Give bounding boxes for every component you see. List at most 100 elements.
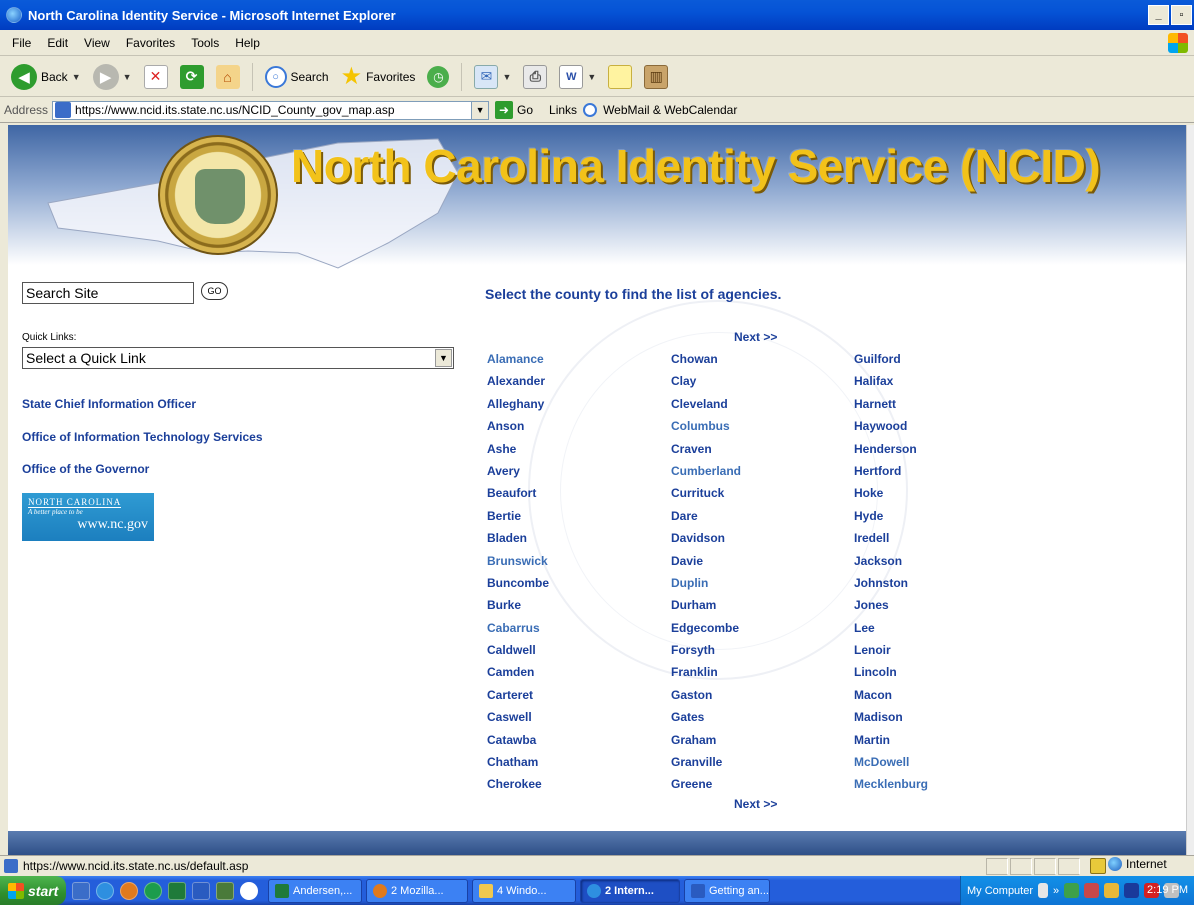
link-state-cio[interactable]: State Chief Information Officer: [22, 397, 196, 411]
county-link[interactable]: Alleghany: [487, 397, 549, 419]
county-link[interactable]: Davie: [671, 554, 741, 576]
county-link[interactable]: Macon: [854, 688, 928, 710]
forward-button[interactable]: ▶ ▼: [90, 61, 135, 93]
county-link[interactable]: Anson: [487, 419, 549, 441]
county-link[interactable]: Columbus: [671, 419, 741, 441]
county-link[interactable]: Beaufort: [487, 486, 549, 508]
county-link[interactable]: Harnett: [854, 397, 928, 419]
county-link[interactable]: Edgecombe: [671, 621, 741, 643]
show-desktop-icon[interactable]: [72, 881, 90, 900]
media-player-icon[interactable]: [144, 881, 162, 900]
discuss-button[interactable]: [605, 61, 635, 93]
home-button[interactable]: ⌂: [213, 61, 243, 93]
county-link[interactable]: Catawba: [487, 733, 549, 755]
county-link[interactable]: Chowan: [671, 352, 741, 374]
county-link[interactable]: Mecklenburg: [854, 777, 928, 799]
county-link[interactable]: Hoke: [854, 486, 928, 508]
county-link[interactable]: Cabarrus: [487, 621, 549, 643]
task-mozilla[interactable]: 2 Mozilla...: [366, 878, 468, 903]
favorites-button[interactable]: ★ Favorites: [338, 61, 419, 93]
monitor-icon[interactable]: [1124, 883, 1140, 898]
county-link[interactable]: Duplin: [671, 576, 741, 598]
next-page-link-bottom[interactable]: Next >>: [734, 797, 777, 811]
county-link[interactable]: Chatham: [487, 755, 549, 777]
county-link[interactable]: Lincoln: [854, 665, 928, 687]
county-link[interactable]: Carteret: [487, 688, 549, 710]
task-andersen[interactable]: Andersen,...: [268, 878, 362, 903]
excel-icon[interactable]: [168, 881, 186, 900]
refresh-button[interactable]: ⟳: [177, 61, 207, 93]
chevron-down-icon[interactable]: ▼: [587, 72, 596, 82]
county-link[interactable]: Henderson: [854, 442, 928, 464]
mail-button[interactable]: ✉ ▼: [471, 61, 514, 93]
vertical-scrollbar[interactable]: [1186, 125, 1194, 855]
edit-button[interactable]: W ▼: [556, 61, 599, 93]
county-link[interactable]: Lenoir: [854, 643, 928, 665]
next-page-link-top[interactable]: Next >>: [734, 330, 777, 344]
start-button[interactable]: start: [0, 876, 66, 905]
link-governor-office[interactable]: Office of the Governor: [22, 462, 149, 476]
address-input[interactable]: https://www.ncid.its.state.nc.us/NCID_Co…: [52, 100, 473, 120]
county-link[interactable]: Lee: [854, 621, 928, 643]
county-link[interactable]: Martin: [854, 733, 928, 755]
address-dropdown-button[interactable]: ▼: [472, 100, 490, 120]
county-link[interactable]: Jackson: [854, 554, 928, 576]
back-button[interactable]: ◀ Back ▼: [8, 61, 84, 93]
link-its-office[interactable]: Office of Information Technology Service…: [22, 430, 263, 444]
task-word-document[interactable]: Getting an...: [684, 878, 770, 903]
county-link[interactable]: Johnston: [854, 576, 928, 598]
county-link[interactable]: Cleveland: [671, 397, 741, 419]
county-link[interactable]: Iredell: [854, 531, 928, 553]
county-link[interactable]: Davidson: [671, 531, 741, 553]
county-link[interactable]: Alexander: [487, 374, 549, 396]
messenger-icon[interactable]: [1104, 883, 1120, 898]
county-link[interactable]: Madison: [854, 710, 928, 732]
volume-icon[interactable]: [1038, 883, 1049, 898]
outlook-icon[interactable]: [216, 881, 234, 900]
county-link[interactable]: Ashe: [487, 442, 549, 464]
task-internet-explorer[interactable]: 2 Intern...: [580, 878, 680, 903]
menu-favorites[interactable]: Favorites: [118, 36, 183, 50]
nc-gov-logo-link[interactable]: North Carolina A better place to be www.…: [22, 493, 154, 541]
antivirus-icon[interactable]: [1084, 883, 1100, 898]
history-button[interactable]: ◷: [424, 61, 452, 93]
chevron-down-icon[interactable]: ▼: [435, 349, 452, 367]
county-link[interactable]: Hertford: [854, 464, 928, 486]
go-button[interactable]: ➜ Go: [495, 101, 533, 119]
menu-edit[interactable]: Edit: [39, 36, 76, 50]
county-link[interactable]: Granville: [671, 755, 741, 777]
county-link[interactable]: Greene: [671, 777, 741, 799]
firefox-icon[interactable]: [120, 881, 138, 900]
county-link[interactable]: Camden: [487, 665, 549, 687]
county-link[interactable]: Dare: [671, 509, 741, 531]
county-link[interactable]: Cherokee: [487, 777, 549, 799]
county-link[interactable]: Halifax: [854, 374, 928, 396]
network-icon[interactable]: [1064, 883, 1080, 898]
county-link[interactable]: Jones: [854, 598, 928, 620]
word-icon[interactable]: [192, 881, 210, 900]
search-button[interactable]: ○ Search: [262, 61, 332, 93]
tray-my-computer-label[interactable]: My Computer: [967, 885, 1033, 897]
print-button[interactable]: ⎙: [520, 61, 550, 93]
webmail-link[interactable]: WebMail & WebCalendar: [603, 103, 737, 117]
county-link[interactable]: Alamance: [487, 352, 549, 374]
county-link[interactable]: Hyde: [854, 509, 928, 531]
search-site-input[interactable]: [22, 282, 194, 304]
stop-button[interactable]: ✕: [141, 61, 171, 93]
county-link[interactable]: Graham: [671, 733, 741, 755]
county-link[interactable]: Durham: [671, 598, 741, 620]
county-link[interactable]: Gates: [671, 710, 741, 732]
menu-view[interactable]: View: [76, 36, 118, 50]
county-link[interactable]: McDowell: [854, 755, 928, 777]
task-windows-explorer[interactable]: 4 Windo...: [472, 878, 576, 903]
menu-help[interactable]: Help: [227, 36, 268, 50]
restore-button[interactable]: ▫: [1171, 5, 1192, 25]
county-link[interactable]: Forsyth: [671, 643, 741, 665]
county-link[interactable]: Caldwell: [487, 643, 549, 665]
county-link[interactable]: Craven: [671, 442, 741, 464]
county-link[interactable]: Currituck: [671, 486, 741, 508]
county-link[interactable]: Bladen: [487, 531, 549, 553]
minimize-button[interactable]: _: [1148, 5, 1169, 25]
county-link[interactable]: Avery: [487, 464, 549, 486]
county-link[interactable]: Buncombe: [487, 576, 549, 598]
